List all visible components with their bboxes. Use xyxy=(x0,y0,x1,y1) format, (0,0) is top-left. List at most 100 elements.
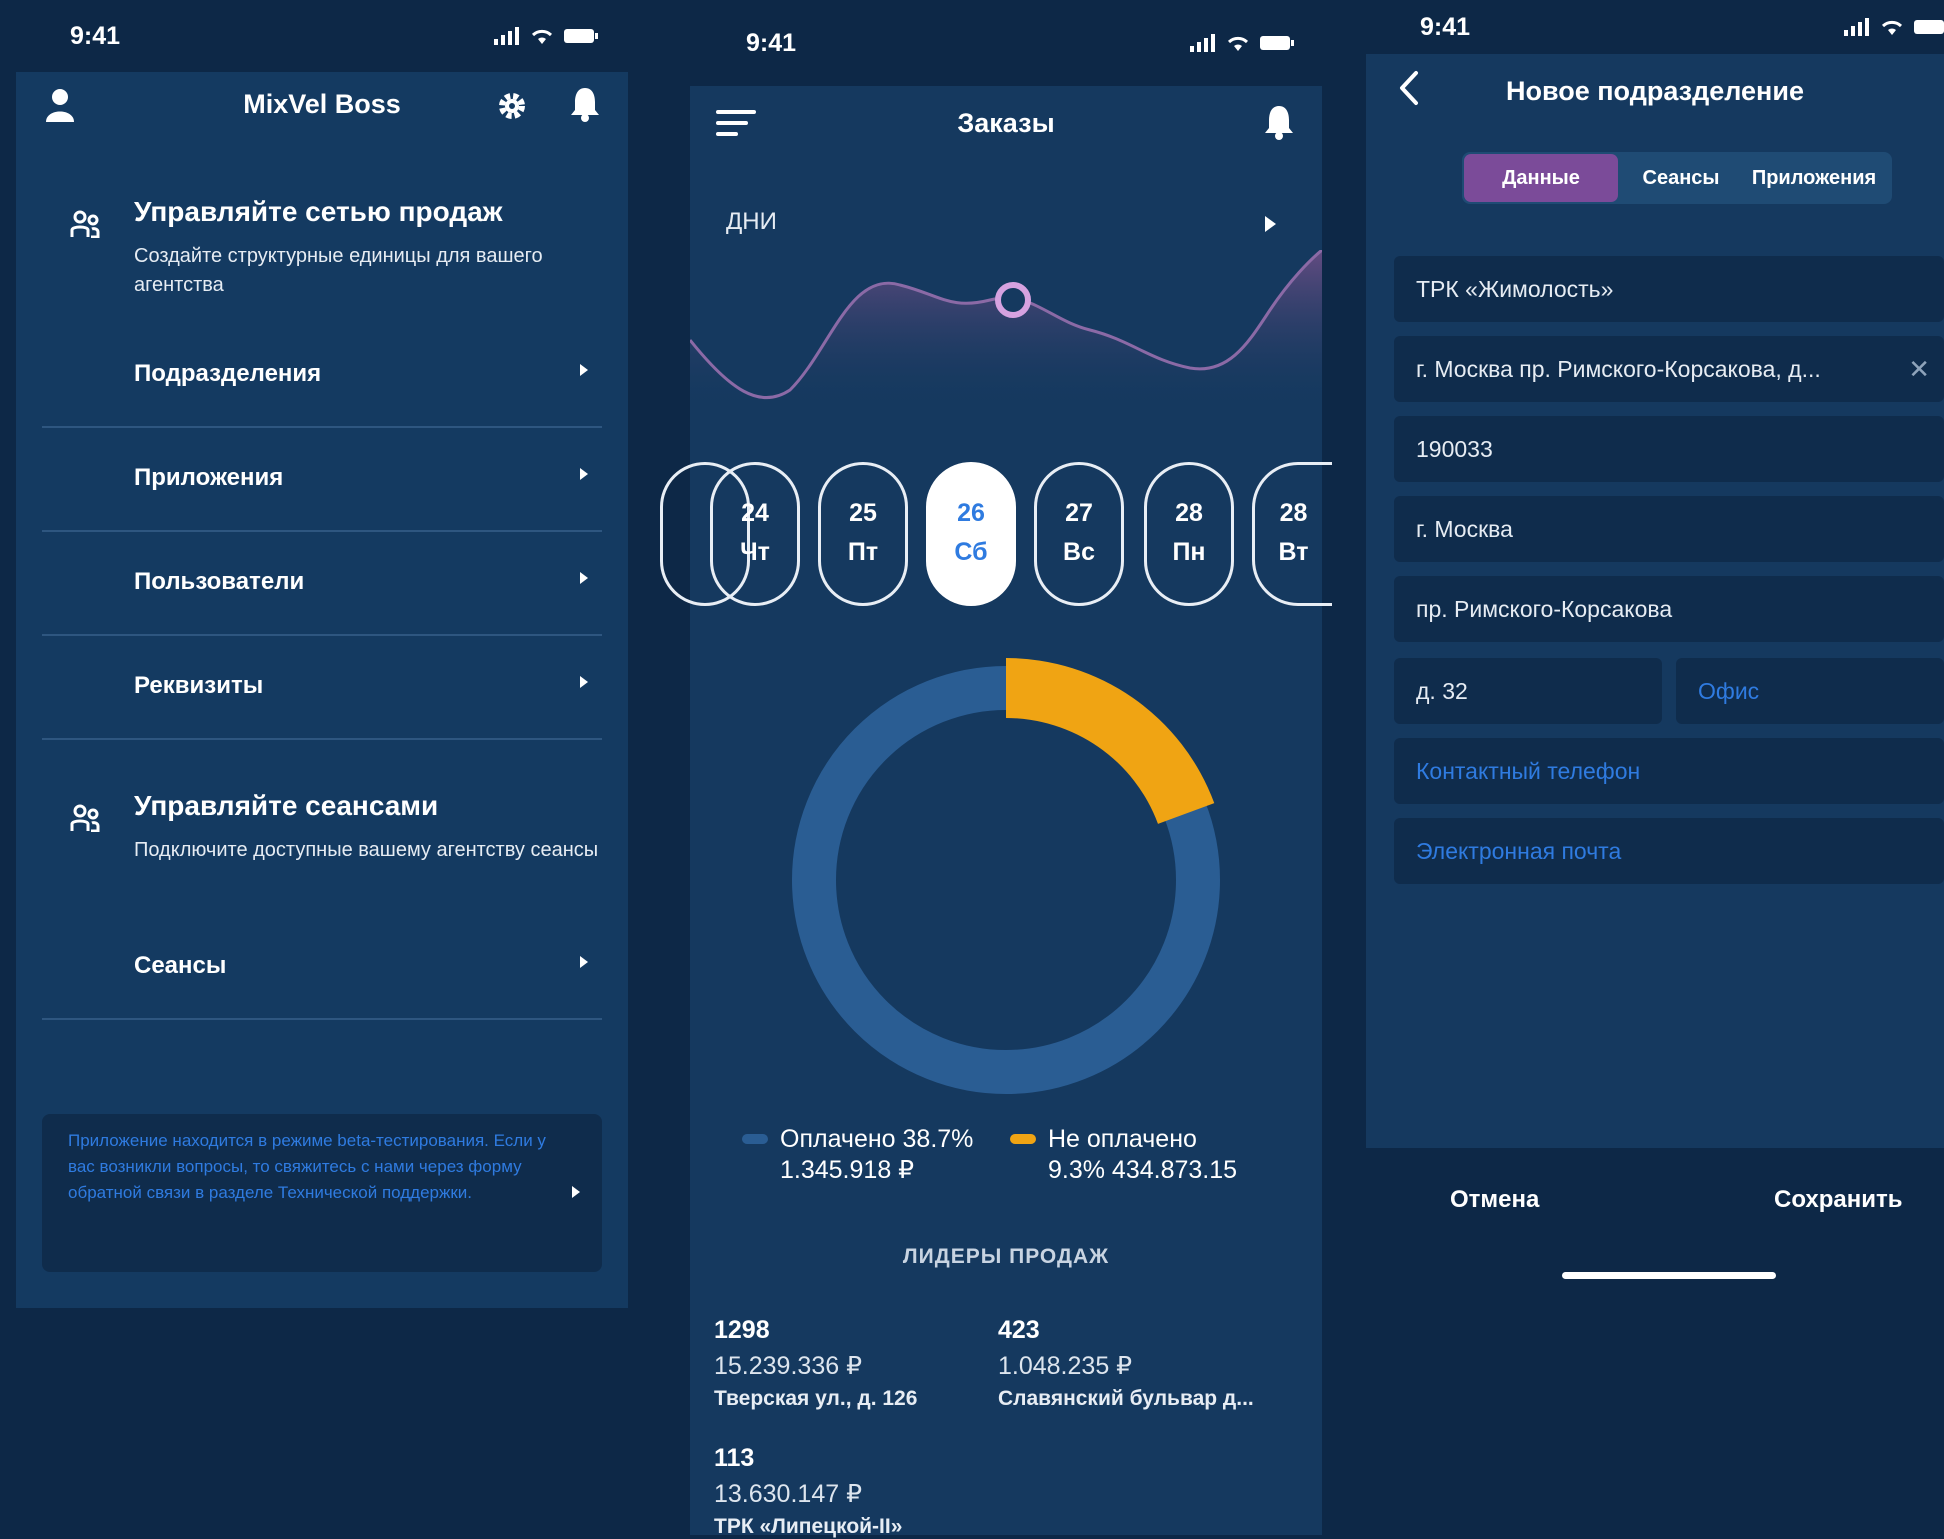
phone-mixvel-boss: 9:41 MixVel Boss Управляйте сетью продаж… xyxy=(0,0,628,1308)
menu-item-subdivisions[interactable]: Подразделения xyxy=(42,322,602,428)
bell-icon[interactable] xyxy=(1264,104,1294,140)
orders-header: Заказы xyxy=(690,86,1322,166)
name-field[interactable]: ТРК «Жимолость» xyxy=(1394,256,1944,322)
orders-title: Заказы xyxy=(957,108,1055,138)
status-bar: 9:41 xyxy=(690,0,1322,86)
legend-swatch-paid xyxy=(742,1134,768,1144)
play-icon[interactable] xyxy=(1265,216,1276,232)
day-pill[interactable]: 28 Пн xyxy=(1144,462,1234,606)
menu-item-label: Приложения xyxy=(134,464,284,491)
day-number: 28 xyxy=(1175,499,1203,527)
menu-item-sessions[interactable]: Сеансы xyxy=(42,914,602,1020)
day-number: 26 xyxy=(957,499,985,527)
chevron-right-icon xyxy=(580,956,588,968)
status-icons xyxy=(1190,34,1294,52)
day-pill[interactable]: 25 Пт xyxy=(818,462,908,606)
legend-paid: Оплачено 38.7% 1.345.918 ₽ xyxy=(742,1124,973,1186)
address-value: г. Москва пр. Римского-Корсакова, д... xyxy=(1416,356,1821,382)
phone-new-subdivision: 9:41 Новое подразделение Данные Сеансы П… xyxy=(1366,0,1944,1535)
wifi-icon xyxy=(1881,20,1903,35)
leader-address: ТРК «Липецкой-II» xyxy=(714,1515,903,1538)
house-field[interactable]: д. 32 xyxy=(1394,658,1662,724)
battery-icon xyxy=(1914,20,1944,34)
phone-orders: 9:41 Заказы ДНИ 24 Чт 25 Пт 26 Сб 27 Вс 28 Пн… xyxy=(660,0,1332,1538)
section-description: Подключите доступные вашему агентству се… xyxy=(134,839,599,861)
day-weekday: Пт xyxy=(847,538,879,566)
payment-donut-chart xyxy=(792,658,1220,1094)
signal-icon xyxy=(1844,18,1869,36)
city-value: г. Москва xyxy=(1416,516,1513,542)
form-panel: Новое подразделение Данные Сеансы Прилож… xyxy=(1366,54,1944,1148)
beta-notice[interactable]: Приложение находится в режиме beta-тести… xyxy=(42,1114,602,1272)
section-title: Управляйте сеансами xyxy=(134,790,439,821)
day-weekday: Сб xyxy=(954,538,988,566)
day-pill[interactable]: 28 Вт xyxy=(1252,462,1332,606)
cancel-button[interactable]: Отмена xyxy=(1450,1186,1539,1214)
tab-data[interactable]: Данные xyxy=(1464,154,1618,202)
leader-address: Славянский бульвар д... xyxy=(998,1387,1254,1410)
leader-item[interactable]: 1298 15.239.336 ₽ Тверская ул., д. 126 xyxy=(714,1316,917,1411)
signal-icon xyxy=(1190,34,1215,52)
chevron-right-icon xyxy=(580,676,588,688)
day-weekday: Вт xyxy=(1278,538,1309,566)
tab-applications[interactable]: Приложения xyxy=(1738,154,1890,202)
tab-sessions[interactable]: Сеансы xyxy=(1626,154,1736,202)
day-number: 28 xyxy=(1279,499,1308,527)
battery-icon xyxy=(564,29,598,43)
bell-icon[interactable] xyxy=(570,86,600,122)
legend-unpaid-label: Не оплачено xyxy=(1048,1125,1197,1153)
street-field[interactable]: пр. Римского-Корсакова xyxy=(1394,576,1944,642)
email-placeholder: Электронная почта xyxy=(1416,838,1622,864)
leader-amount: 1.048.235 ₽ xyxy=(998,1352,1133,1380)
zip-value: 190033 xyxy=(1416,436,1493,462)
beta-notice-text: Приложение находится в режиме beta-тести… xyxy=(68,1131,546,1202)
menu-item-users[interactable]: Пользователи xyxy=(42,530,602,636)
day-number: 27 xyxy=(1065,499,1093,527)
leader-item[interactable]: 423 1.048.235 ₽ Славянский бульвар д... xyxy=(998,1316,1254,1411)
trend-marker[interactable] xyxy=(995,282,1031,318)
menu-item-label: Пользователи xyxy=(134,568,305,595)
gear-icon[interactable] xyxy=(496,90,528,122)
status-time: 9:41 xyxy=(746,28,797,57)
legend-paid-label: Оплачено 38.7% xyxy=(780,1125,974,1153)
email-field[interactable]: Электронная почта xyxy=(1394,818,1944,884)
office-placeholder: Офис xyxy=(1698,678,1760,704)
name-value: ТРК «Жимолость» xyxy=(1416,276,1614,302)
city-field[interactable]: г. Москва xyxy=(1394,496,1944,562)
house-value: д. 32 xyxy=(1416,678,1468,704)
leader-count: 423 xyxy=(998,1316,1040,1344)
day-weekday: Чт xyxy=(740,538,770,566)
signal-icon xyxy=(494,27,519,45)
save-button[interactable]: Сохранить xyxy=(1774,1186,1903,1214)
phone-placeholder: Контактный телефон xyxy=(1416,758,1641,784)
zip-field[interactable]: 190033 xyxy=(1394,416,1944,482)
office-field[interactable]: Офис xyxy=(1676,658,1944,724)
leaders-title: ЛИДЕРЫ ПРОДАЖ xyxy=(902,1245,1110,1268)
close-icon[interactable]: ✕ xyxy=(1908,356,1930,382)
address-field[interactable]: г. Москва пр. Римского-Корсакова, д... ✕ xyxy=(1394,336,1944,402)
status-icons xyxy=(1844,18,1944,36)
legend-paid-value: 1.345.918 ₽ xyxy=(780,1156,915,1184)
menu-item-requisites[interactable]: Реквизиты xyxy=(42,634,602,740)
day-pill[interactable]: 27 Вс xyxy=(1034,462,1124,606)
phone-field[interactable]: Контактный телефон xyxy=(1394,738,1944,804)
day-pill[interactable]: 24 Чт xyxy=(710,462,800,606)
leader-amount: 15.239.336 ₽ xyxy=(714,1352,862,1380)
day-pill-selected[interactable]: 26 Сб xyxy=(926,462,1016,606)
battery-icon xyxy=(1260,36,1294,50)
back-icon[interactable] xyxy=(1398,70,1420,106)
street-value: пр. Римского-Корсакова xyxy=(1416,596,1673,622)
legend-unpaid: Не оплачено 9.3% 434.873.15 xyxy=(1010,1124,1237,1186)
status-time: 9:41 xyxy=(70,21,121,50)
wifi-icon xyxy=(1227,36,1249,51)
trend-area xyxy=(690,250,1322,410)
home-indicator xyxy=(1562,1272,1776,1279)
wifi-icon xyxy=(531,29,553,44)
leader-item[interactable]: 113 13.630.147 ₽ ТРК «Липецкой-II» xyxy=(714,1444,902,1539)
menu-item-applications[interactable]: Приложения xyxy=(42,426,602,532)
day-number: 25 xyxy=(849,499,877,527)
period-selector[interactable]: ДНИ xyxy=(690,190,1322,240)
menu-item-label: Сеансы xyxy=(134,952,227,979)
status-time: 9:41 xyxy=(1420,12,1471,41)
tab-bar: Данные Сеансы Приложения xyxy=(1462,152,1892,204)
